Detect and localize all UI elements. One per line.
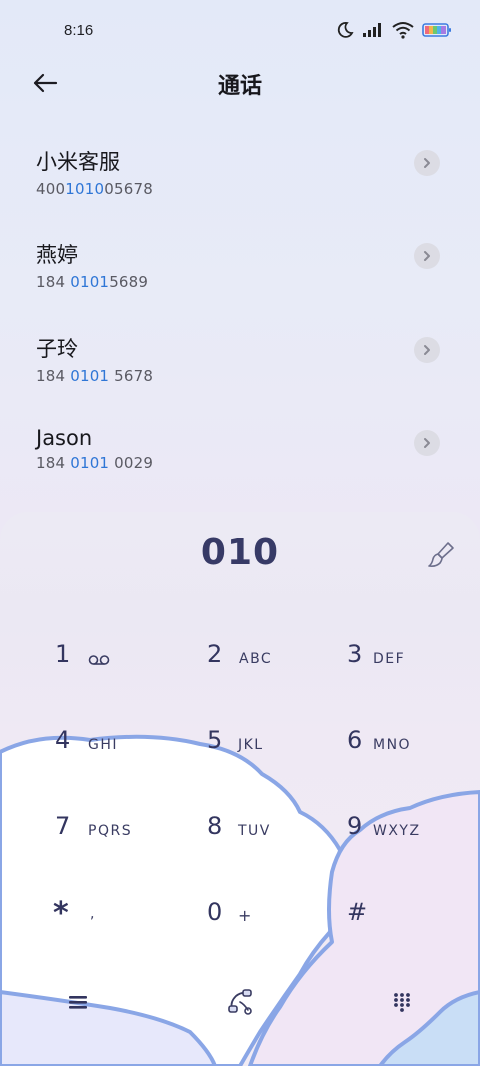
page-title: 通话 bbox=[217, 74, 262, 99]
key-digit: 7 bbox=[55, 812, 71, 840]
key-letters: PQRS bbox=[88, 823, 133, 839]
key-digit: 4 bbox=[55, 726, 71, 754]
key-9[interactable]: 9 WXYZ bbox=[320, 790, 480, 876]
key-3[interactable]: 3 DEF bbox=[320, 618, 480, 704]
key-digit: 0 bbox=[207, 898, 223, 926]
key-letters: WXYZ bbox=[373, 823, 421, 839]
key-digit: 1 bbox=[55, 640, 71, 668]
key-star[interactable]: * , bbox=[0, 876, 160, 962]
key-hash[interactable]: # bbox=[320, 876, 480, 962]
header: 通话 bbox=[0, 62, 480, 104]
key-digit: 3 bbox=[347, 640, 363, 668]
contact-item[interactable]: 小米客服 400101005678 bbox=[0, 132, 480, 225]
status-bar: 8:16 bbox=[0, 0, 480, 62]
key-2[interactable]: 2 ABC bbox=[160, 618, 320, 704]
contact-list: 小米客服 400101005678 燕婷 184 01015689 子玲 184… bbox=[0, 132, 480, 505]
key-letters: TUV bbox=[238, 823, 271, 839]
contact-number: 184 0101 0029 bbox=[36, 453, 154, 472]
menu-button[interactable] bbox=[48, 982, 108, 1022]
theme-brush-button[interactable] bbox=[426, 540, 456, 570]
battery-icon bbox=[422, 23, 451, 37]
key-4[interactable]: 4 GHI bbox=[0, 704, 160, 790]
signal-icon bbox=[363, 23, 381, 37]
key-7[interactable]: 7 PQRS bbox=[0, 790, 160, 876]
status-time: 8:16 bbox=[64, 22, 94, 39]
moon-icon bbox=[337, 22, 354, 38]
details-button[interactable] bbox=[414, 150, 440, 176]
key-letters: DEF bbox=[373, 651, 406, 667]
key-6[interactable]: 6 MNO bbox=[320, 704, 480, 790]
key-digit: 2 bbox=[207, 640, 223, 668]
call-button[interactable] bbox=[210, 982, 270, 1022]
key-1[interactable]: 1 bbox=[0, 618, 160, 704]
key-letters: MNO bbox=[373, 737, 412, 753]
key-letters: , bbox=[90, 906, 96, 922]
keypad-icon bbox=[394, 993, 410, 1012]
chevron-right-icon bbox=[424, 344, 430, 355]
key-letters: ABC bbox=[239, 651, 273, 667]
key-8[interactable]: 8 TUV bbox=[160, 790, 320, 876]
contact-number: 400101005678 bbox=[36, 180, 153, 198]
key-digit: * bbox=[53, 896, 69, 931]
voicemail-icon bbox=[88, 655, 110, 665]
key-5[interactable]: 5 JKL bbox=[160, 704, 320, 790]
key-letters: + bbox=[238, 906, 253, 925]
contact-item[interactable]: 子玲 184 0101 5678 bbox=[0, 319, 480, 412]
contact-item[interactable]: 燕婷 184 01015689 bbox=[0, 225, 480, 318]
contact-number: 184 0101 5678 bbox=[36, 366, 154, 385]
chevron-right-icon bbox=[424, 437, 430, 448]
contact-name: 燕婷 bbox=[36, 243, 78, 268]
key-digit: 9 bbox=[347, 812, 363, 840]
key-letters: GHI bbox=[88, 737, 119, 753]
contact-name: 子玲 bbox=[36, 336, 78, 361]
key-digit: 8 bbox=[207, 812, 223, 840]
contact-name: 小米客服 bbox=[36, 150, 120, 174]
key-digit: 5 bbox=[207, 726, 223, 754]
details-button[interactable] bbox=[414, 429, 440, 456]
chevron-right-icon bbox=[424, 158, 430, 168]
brush-icon bbox=[428, 542, 454, 567]
key-0[interactable]: 0 + bbox=[160, 876, 320, 962]
dial-input[interactable]: 010 bbox=[0, 532, 480, 573]
chevron-right-icon bbox=[424, 251, 430, 262]
key-digit: # bbox=[347, 898, 368, 926]
menu-icon bbox=[69, 996, 87, 1009]
key-digit: 6 bbox=[347, 726, 363, 754]
phone-decor-icon bbox=[228, 989, 252, 1015]
wifi-icon bbox=[392, 22, 414, 39]
dial-panel: 010 1 2 ABC 3 DEF 4 GHI 5 JKL 6 MNO 7 PQ… bbox=[0, 512, 480, 1066]
details-button[interactable] bbox=[414, 336, 440, 363]
key-letters: JKL bbox=[238, 737, 264, 753]
keypad-toggle-button[interactable] bbox=[372, 982, 432, 1022]
contact-number: 184 01015689 bbox=[36, 273, 149, 292]
contact-item[interactable]: Jason 184 0101 0029 bbox=[0, 412, 480, 505]
